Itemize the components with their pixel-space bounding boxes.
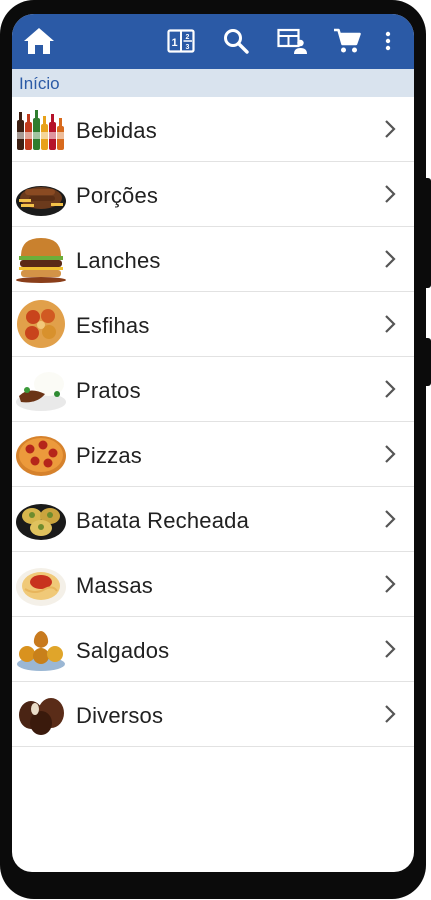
category-label: Pizzas: [76, 443, 142, 468]
category-label: Bebidas: [76, 118, 157, 143]
category-label: Salgados: [76, 638, 170, 663]
chevron-right-icon: [385, 640, 396, 658]
portions-thumbnail: [15, 169, 67, 219]
cart-icon[interactable]: [332, 26, 362, 56]
category-label: Esfihas: [76, 313, 150, 338]
burger-thumbnail: [15, 234, 67, 284]
stuffed-potato-thumbnail: [15, 494, 67, 544]
category-row-esfihas[interactable]: Esfihas: [12, 292, 414, 357]
phone-device: 1 2 3 Início Bebidas Porções Lanches Esfih…: [0, 0, 431, 900]
svg-text:3: 3: [186, 44, 190, 51]
category-label: Porções: [76, 183, 159, 208]
svg-text:2: 2: [186, 34, 190, 41]
category-row-batata-recheada[interactable]: Batata Recheada: [12, 487, 414, 552]
dish-thumbnail: [15, 364, 67, 414]
category-row-lanches[interactable]: Lanches: [12, 227, 414, 292]
category-row-diversos[interactable]: Diversos: [12, 682, 414, 747]
chevron-right-icon: [385, 510, 396, 528]
more-vert-icon[interactable]: [380, 26, 396, 56]
calculator-icon[interactable]: 1 2 3: [166, 26, 196, 56]
chevron-right-icon: [385, 575, 396, 593]
svg-text:1: 1: [171, 37, 177, 49]
pasta-thumbnail: [15, 559, 67, 609]
category-row-pizzas[interactable]: Pizzas: [12, 422, 414, 487]
category-label: Pratos: [76, 378, 141, 403]
chevron-right-icon: [385, 705, 396, 723]
category-row-salgados[interactable]: Salgados: [12, 617, 414, 682]
chevron-right-icon: [385, 120, 396, 138]
chevron-right-icon: [385, 380, 396, 398]
volume-button: [425, 178, 431, 288]
savory-snacks-thumbnail: [15, 624, 67, 674]
chevron-right-icon: [385, 185, 396, 203]
breadcrumb: Início: [12, 69, 414, 97]
power-button: [425, 338, 431, 386]
search-icon[interactable]: [221, 26, 251, 56]
app-screen: 1 2 3 Início Bebidas Porções Lanches Esfih…: [12, 14, 414, 872]
category-list: Bebidas Porções Lanches Esfihas Pratos P…: [12, 97, 414, 747]
chevron-right-icon: [385, 315, 396, 333]
drinks-thumbnail: [15, 104, 67, 154]
category-label: Batata Recheada: [76, 508, 250, 533]
breadcrumb-home-link[interactable]: Início: [19, 74, 60, 94]
category-row-bebidas[interactable]: Bebidas: [12, 97, 414, 162]
category-row-porcoes[interactable]: Porções: [12, 162, 414, 227]
category-label: Diversos: [76, 703, 164, 728]
chocolates-thumbnail: [15, 689, 67, 739]
chevron-right-icon: [385, 445, 396, 463]
category-label: Massas: [76, 573, 153, 598]
pizza-thumbnail: [15, 429, 67, 479]
table-person-icon[interactable]: [277, 26, 307, 56]
category-label: Lanches: [76, 248, 161, 273]
category-row-pratos[interactable]: Pratos: [12, 357, 414, 422]
chevron-right-icon: [385, 250, 396, 268]
home-icon[interactable]: [22, 24, 56, 58]
esfiha-thumbnail: [15, 299, 67, 349]
category-row-massas[interactable]: Massas: [12, 552, 414, 617]
app-bar: 1 2 3: [12, 14, 414, 69]
